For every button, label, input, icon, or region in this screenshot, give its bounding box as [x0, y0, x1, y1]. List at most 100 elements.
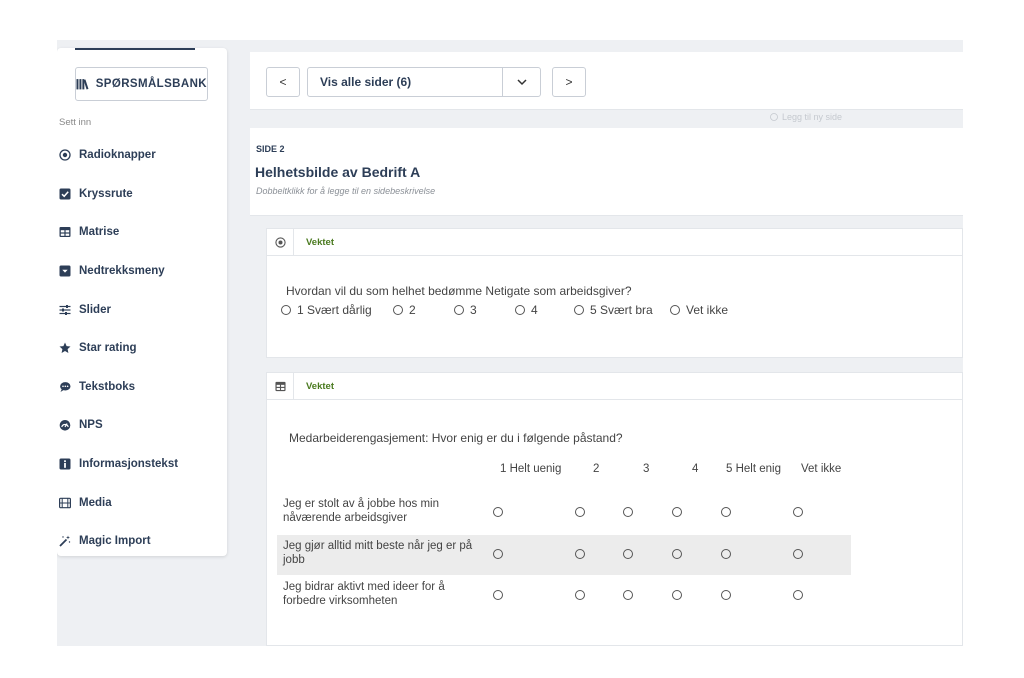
menu-item-checkbox[interactable]: Kryssrute	[57, 175, 227, 214]
radio-button[interactable]	[454, 305, 464, 315]
checkbox-icon	[59, 188, 71, 200]
chevron-left-icon: <	[279, 75, 287, 89]
matrix-row-label: Jeg gjør alltid mitt beste når jeg er på…	[283, 540, 473, 566]
info-icon	[59, 458, 71, 470]
matrix-row: Jeg gjør alltid mitt beste når jeg er på…	[277, 535, 851, 575]
menu-item-radio-buttons[interactable]: Radioknapper	[57, 136, 227, 175]
radio-option[interactable]: 5 Svært bra	[574, 303, 670, 317]
menu-item-label: Nedtrekksmeny	[79, 265, 165, 278]
radio-button[interactable]	[623, 549, 633, 559]
page-description-placeholder[interactable]: Dobbeltklikk for å legge til en sidebesk…	[256, 186, 435, 196]
radio-button[interactable]	[623, 507, 633, 517]
radio-option-label: 3	[470, 303, 477, 317]
matrix-column-header: 2	[593, 463, 600, 475]
question-card-header: Vektet	[267, 228, 962, 256]
slider-icon	[59, 304, 71, 316]
radio-button[interactable]	[623, 590, 633, 600]
menu-item-label: Star rating	[79, 342, 137, 355]
menu-item-label: Informasjonstekst	[79, 458, 179, 471]
radio-button[interactable]	[672, 590, 682, 600]
radio-option[interactable]: 4	[515, 303, 574, 317]
menu-item-dropdown[interactable]: Nedtrekksmeny	[57, 252, 227, 291]
question-card-radio[interactable]: Vektet Hvordan vil du som helhet bedømme…	[266, 228, 963, 358]
matrix-column-header: 5 Helt enig	[726, 463, 781, 475]
radio-button[interactable]	[493, 590, 503, 600]
sidebar-top-accent	[75, 48, 195, 50]
previous-page-button[interactable]: <	[266, 67, 300, 97]
page-navigation-toolbar: < Vis alle sider (6) > Legg til ny side	[250, 52, 963, 122]
radio-button[interactable]	[721, 507, 731, 517]
page-number-label: SIDE 2	[256, 144, 285, 154]
menu-item-information-text[interactable]: Informasjonstekst	[57, 445, 227, 484]
next-page-button[interactable]: >	[552, 67, 586, 97]
question-bank-button[interactable]: SPØRSMÅLSBANK	[75, 67, 208, 101]
menu-item-label: Tekstboks	[79, 380, 136, 393]
question-card-matrix[interactable]: Vektet Medarbeiderengasjement: Hvor enig…	[266, 372, 963, 646]
chevron-down-icon[interactable]	[502, 68, 540, 96]
radio-button[interactable]	[575, 549, 585, 559]
menu-item-label: Media	[79, 496, 112, 509]
question-bank-label: SPØRSMÅLSBANK	[95, 78, 207, 90]
radio-button[interactable]	[493, 507, 503, 517]
radio-icon	[59, 149, 71, 161]
matrix-row-label: Jeg er stolt av å jobbe hos min nåværend…	[283, 498, 439, 524]
question-text: Medarbeiderengasjement: Hvor enig er du …	[289, 431, 623, 445]
menu-item-label: Slider	[79, 303, 111, 316]
radio-button[interactable]	[515, 305, 525, 315]
radio-option-label: 5 Svært bra	[590, 303, 653, 317]
menu-item-label: Radioknapper	[79, 149, 156, 162]
menu-item-matrix[interactable]: Matrise	[57, 213, 227, 252]
radio-button[interactable]	[575, 590, 585, 600]
radio-option-label: 4	[531, 303, 538, 317]
radio-button[interactable]	[575, 507, 585, 517]
radio-icon	[267, 228, 294, 256]
insert-section-label: Sett inn	[59, 117, 92, 128]
plus-circle-icon	[770, 113, 778, 121]
library-icon	[76, 79, 89, 90]
menu-item-media[interactable]: Media	[57, 483, 227, 522]
radio-option[interactable]: 3	[454, 303, 515, 317]
menu-item-slider[interactable]: Slider	[57, 290, 227, 329]
menu-item-textbox[interactable]: Tekstboks	[57, 368, 227, 407]
menu-item-star-rating[interactable]: Star rating	[57, 329, 227, 368]
radio-button[interactable]	[793, 590, 803, 600]
radio-button[interactable]	[281, 305, 291, 315]
add-page-label: Legg til ny side	[782, 112, 843, 122]
radio-button[interactable]	[721, 590, 731, 600]
menu-item-magic-import[interactable]: Magic Import	[57, 522, 227, 561]
page-title[interactable]: Helhetsbilde av Bedrift A	[255, 164, 420, 180]
matrix-icon	[59, 226, 71, 238]
star-icon	[59, 342, 71, 354]
radio-button[interactable]	[493, 549, 503, 559]
radio-button[interactable]	[672, 507, 682, 517]
menu-item-label: NPS	[79, 419, 103, 432]
radio-button[interactable]	[670, 305, 680, 315]
matrix-column-headers: 1 Helt uenig 2 3 4 5 Helt enig Vet ikke	[267, 463, 867, 479]
radio-option[interactable]: 2	[393, 303, 454, 317]
matrix-row: Jeg er stolt av å jobbe hos min nåværend…	[277, 493, 851, 533]
question-text: Hvordan vil du som helhet bedømme Netiga…	[286, 284, 632, 298]
film-icon	[59, 497, 71, 509]
sidebar: SPØRSMÅLSBANK Sett inn Radioknapper Krys…	[57, 48, 227, 556]
radio-button[interactable]	[393, 305, 403, 315]
matrix-icon	[267, 372, 294, 400]
radio-button[interactable]	[672, 549, 682, 559]
radio-option[interactable]: Vet ikke	[670, 303, 728, 317]
add-page-link[interactable]: Legg til ny side	[770, 112, 842, 122]
radio-button[interactable]	[793, 549, 803, 559]
menu-item-nps[interactable]: NPS	[57, 406, 227, 445]
page-header: SIDE 2 Helhetsbilde av Bedrift A Dobbelt…	[250, 128, 963, 216]
matrix-column-header: 1 Helt uenig	[500, 463, 562, 475]
gauge-icon	[59, 419, 71, 432]
radio-options: 1 Svært dårlig 2 3 4 5 Svært bra Vet ikk…	[281, 303, 728, 317]
radio-option-label: 2	[409, 303, 416, 317]
radio-option[interactable]: 1 Svært dårlig	[281, 303, 393, 317]
radio-button[interactable]	[721, 549, 731, 559]
radio-button[interactable]	[793, 507, 803, 517]
dropdown-icon	[59, 265, 71, 277]
radio-option-label: Vet ikke	[686, 303, 729, 317]
page-select-dropdown[interactable]: Vis alle sider (6)	[307, 67, 541, 97]
menu-item-label: Matrise	[79, 226, 120, 239]
radio-option-label: 1 Svært dårlig	[297, 303, 372, 317]
radio-button[interactable]	[574, 305, 584, 315]
